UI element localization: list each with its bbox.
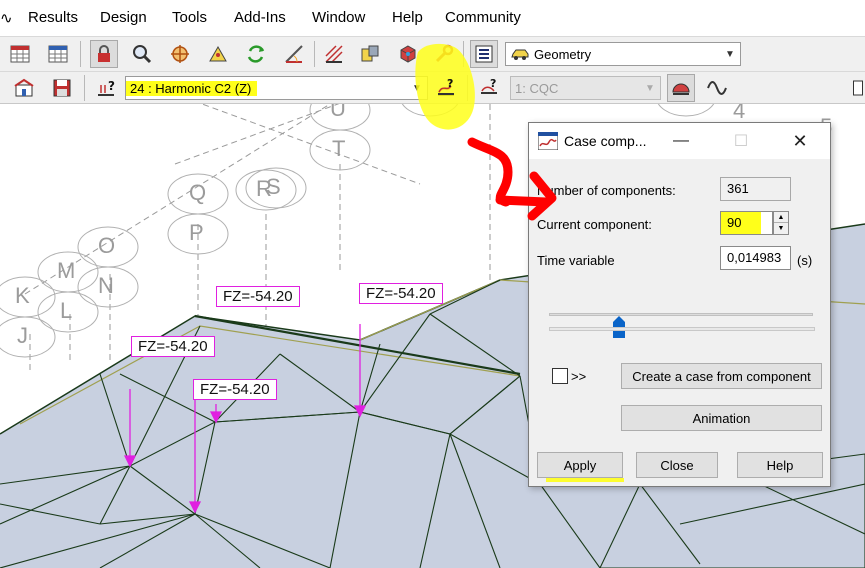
- toolbar-separator: [463, 41, 464, 67]
- toolbar-separator: [467, 75, 468, 101]
- node-label: M: [57, 258, 76, 283]
- menu-overflow-glyph: ∿: [0, 10, 13, 27]
- case-components-dialog: Case comp... — ☐ ✕ Number of components:…: [528, 122, 831, 487]
- layout-select-value: Geometry: [534, 46, 592, 62]
- car-icon: [510, 47, 530, 61]
- node-label: L: [60, 298, 73, 323]
- current-component-label: Current component:: [537, 217, 652, 232]
- toolbar-separator: [84, 75, 85, 101]
- node-label: S: [266, 174, 281, 199]
- dialog-title: Case comp...: [564, 133, 647, 149]
- wrench-icon[interactable]: [430, 40, 458, 68]
- slider-track: [549, 313, 813, 316]
- pattern-icon[interactable]: [320, 40, 348, 68]
- spreadsheet-icon[interactable]: [44, 40, 72, 68]
- building-icon[interactable]: [10, 74, 38, 102]
- cube-icon[interactable]: [394, 40, 422, 68]
- layout-select[interactable]: Geometry ▼: [505, 42, 741, 66]
- mode-icon[interactable]: ?: [475, 74, 503, 102]
- toolbar-separator: [314, 41, 315, 67]
- help-button[interactable]: Help: [737, 452, 823, 478]
- node-label: O: [98, 233, 116, 258]
- time-variable-field[interactable]: 0,014983: [720, 246, 791, 270]
- create-case-button[interactable]: Create a case from component: [621, 363, 822, 389]
- structure-icon[interactable]: [204, 40, 232, 68]
- svg-text:?: ?: [490, 77, 496, 90]
- node-label: U: [330, 104, 346, 121]
- deformation-icon[interactable]: [667, 74, 695, 102]
- refresh-icon[interactable]: [242, 40, 270, 68]
- combination-select-value: 1: CQC: [515, 80, 559, 96]
- node-label: N: [98, 273, 114, 298]
- menu-add-ins[interactable]: Add-Ins: [234, 9, 286, 26]
- close-icon[interactable]: ✕: [785, 127, 815, 155]
- slider-ticks: [549, 327, 815, 331]
- menu-help[interactable]: Help: [392, 9, 423, 26]
- case-components-icon-overlay[interactable]: ?: [432, 73, 460, 101]
- node-label: P: [189, 220, 204, 245]
- load-value-label: FZ=-54.20: [193, 379, 277, 400]
- current-component-value: 90: [721, 212, 761, 234]
- main-toolbar: Geometry ▼: [0, 36, 865, 71]
- stepper-down-icon[interactable]: ▼: [774, 223, 788, 234]
- menu-results[interactable]: Results: [28, 9, 78, 26]
- menu-community[interactable]: Community: [445, 9, 521, 26]
- node-label: T: [332, 136, 346, 161]
- svg-text:?: ?: [108, 79, 115, 93]
- load-value-label: FZ=-54.20: [131, 336, 215, 357]
- number-of-components-field: 361: [720, 177, 791, 201]
- lock-icon[interactable]: [90, 40, 118, 68]
- measure-icon[interactable]: [280, 40, 308, 68]
- number-of-components-label: Number of components:: [537, 183, 676, 198]
- menu-tools[interactable]: Tools: [172, 9, 207, 26]
- load-case-icon[interactable]: ?: [92, 74, 120, 102]
- node-label: 4: [733, 104, 746, 123]
- dialog-title-bar[interactable]: Case comp... — ☐ ✕: [529, 123, 830, 159]
- load-value-label: FZ=-54.20: [216, 286, 300, 307]
- time-unit-label: (s): [797, 253, 813, 268]
- zoom-icon[interactable]: [128, 40, 156, 68]
- save-icon[interactable]: [48, 74, 76, 102]
- apply-button[interactable]: Apply: [537, 452, 623, 478]
- list-icon[interactable]: [470, 40, 498, 68]
- target-icon[interactable]: [166, 40, 194, 68]
- node-label: Q: [189, 180, 207, 205]
- maximize-icon: ☐: [733, 133, 749, 150]
- load-value-label: FZ=-54.20: [359, 283, 443, 304]
- chevron-down-icon: ▼: [725, 48, 735, 60]
- node-label: J: [17, 323, 28, 348]
- chevron-down-icon: ▼: [412, 82, 422, 94]
- overflow-icon[interactable]: [850, 74, 865, 102]
- menu-design[interactable]: Design: [100, 9, 147, 26]
- close-button[interactable]: Close: [636, 452, 718, 478]
- time-variable-label: Time variable: [537, 253, 615, 268]
- current-component-field[interactable]: 90: [720, 211, 773, 235]
- current-component-stepper[interactable]: ▲ ▼: [773, 211, 789, 235]
- material-icon[interactable]: [356, 40, 384, 68]
- expand-label: >>: [571, 369, 587, 384]
- chart-app-icon: [537, 131, 559, 153]
- component-slider[interactable]: [549, 303, 815, 343]
- table-icon[interactable]: [6, 40, 34, 68]
- animation-button[interactable]: Animation: [621, 405, 822, 431]
- wave-icon[interactable]: [703, 74, 731, 102]
- load-case-select[interactable]: 24 : Harmonic C2 (Z) ▼: [125, 76, 428, 100]
- combination-select[interactable]: 1: CQC ▼: [510, 76, 661, 100]
- chevron-down-icon: ▼: [645, 82, 655, 94]
- menu-window[interactable]: Window: [312, 9, 365, 26]
- minimize-icon[interactable]: —: [666, 127, 696, 155]
- node-label: K: [15, 283, 30, 308]
- svg-text:?: ?: [447, 77, 453, 90]
- load-case-select-value: 24 : Harmonic C2 (Z): [126, 80, 258, 96]
- stepper-up-icon[interactable]: ▲: [774, 212, 788, 223]
- menu-bar: ∿ Results Design Tools Add-Ins Window He…: [0, 0, 865, 36]
- toolbar-separator: [80, 41, 81, 67]
- expand-checkbox[interactable]: [552, 368, 568, 384]
